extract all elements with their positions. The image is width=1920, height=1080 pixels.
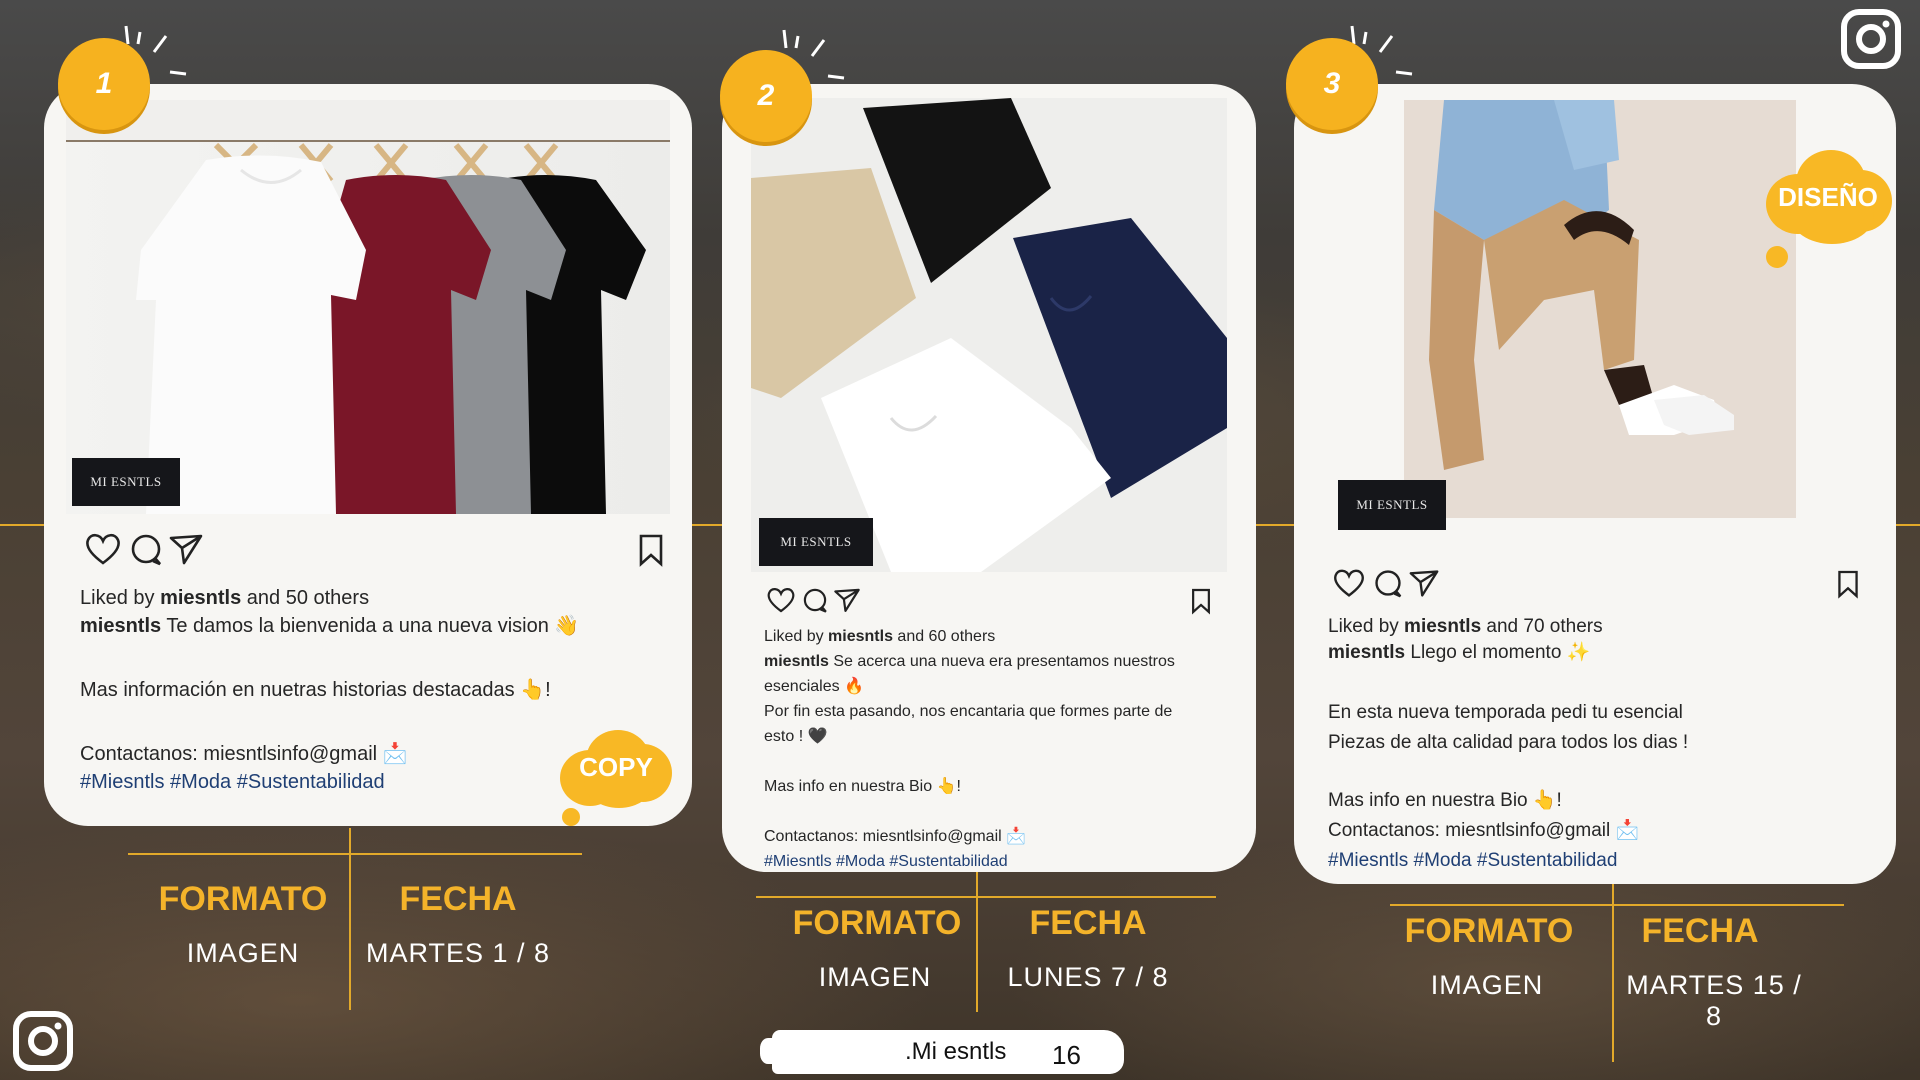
liked-rest: and 50 others: [241, 587, 370, 609]
formato-value: IMAGEN: [1430, 970, 1544, 1000]
meta-divider: [1612, 884, 1614, 1062]
hashtags[interactable]: #Miesntls #Moda #Sustentabilidad: [80, 768, 579, 796]
post-number-badge-1: 1: [58, 38, 150, 130]
post-actions-3: [1332, 568, 1440, 598]
post-caption-1: Liked by miesntls and 50 others miesntls…: [80, 584, 579, 796]
contact-line: Contactanos: miesntlsinfo@gmail 📩: [764, 828, 1027, 845]
liked-user[interactable]: miesntls: [828, 628, 893, 645]
meta-divider: [976, 872, 978, 1012]
hashtags[interactable]: #Miesntls #Moda #Sustentabilidad: [764, 849, 1175, 874]
note-dot: [1766, 246, 1788, 268]
meta-divider: [349, 828, 351, 1010]
fecha-value: LUNES 7 / 8: [1007, 962, 1169, 992]
meta-divider: [756, 896, 1216, 898]
liked-prefix: Liked by: [764, 628, 829, 645]
copy-label: COPY: [579, 752, 653, 782]
brand-tag: MI ESNTLS: [759, 518, 873, 566]
post-actions-1: [84, 532, 204, 566]
share-icon[interactable]: [168, 532, 204, 566]
post-photo-1: [66, 100, 670, 514]
heart-icon[interactable]: [766, 586, 796, 614]
comment-icon[interactable]: [801, 586, 829, 614]
fecha-label: FECHA: [399, 880, 517, 918]
caption-line: Mas información en nuetras historias des…: [80, 679, 551, 701]
heart-icon[interactable]: [84, 532, 122, 566]
caption-line: esto ! 🖤: [764, 728, 828, 745]
fecha-value: MARTES 1 / 8: [365, 938, 551, 968]
brand-tag: MI ESNTLS: [1338, 480, 1446, 530]
caption-text: Te damos la bienvenida a una nueva visio…: [161, 615, 580, 637]
bookmark-icon[interactable]: [1190, 587, 1212, 620]
caption-line: Mas info en nuestra Bio 👆!: [764, 778, 961, 795]
post-photo-2: [751, 98, 1227, 572]
share-icon[interactable]: [1408, 568, 1440, 598]
caption-user[interactable]: miesntls: [764, 653, 829, 670]
formato-label: FORMATO: [158, 880, 328, 918]
fecha-label: FECHA: [1641, 912, 1759, 950]
liked-prefix: Liked by: [1328, 616, 1405, 637]
caption-line: esenciales 🔥: [764, 678, 864, 695]
note-dot: [562, 808, 580, 826]
instagram-icon[interactable]: [12, 1010, 74, 1077]
comment-icon[interactable]: [1372, 568, 1404, 598]
liked-rest: and 60 others: [892, 628, 996, 645]
copy-note: COPY: [556, 722, 676, 812]
fecha-value: MARTES 15 / 8: [1626, 970, 1802, 1031]
footer-brand: .Mi esntls: [905, 1038, 1007, 1065]
post-photo-3: [1404, 100, 1796, 518]
caption-line: En esta nueva temporada pedi tu esencial: [1328, 702, 1683, 723]
caption-user[interactable]: miesntls: [80, 615, 161, 637]
design-label: DISEÑO: [1778, 182, 1878, 212]
formato-label: FORMATO: [792, 904, 962, 942]
liked-prefix: Liked by: [80, 587, 161, 609]
meta-divider: [128, 853, 582, 855]
formato-label: FORMATO: [1404, 912, 1574, 950]
hashtags[interactable]: #Miesntls #Moda #Sustentabilidad: [1328, 846, 1688, 876]
caption-text: Se acerca una nueva era presentamos nues…: [828, 653, 1175, 670]
brand-tag: MI ESNTLS: [72, 458, 180, 506]
post-number-badge-3: 3: [1286, 38, 1378, 130]
contact-line: Contactanos: miesntlsinfo@gmail 📩: [80, 743, 408, 765]
meta-divider: [1390, 904, 1844, 906]
post-number-badge-2: 2: [720, 50, 812, 142]
fecha-label: FECHA: [1029, 904, 1147, 942]
liked-rest: and 70 others: [1481, 616, 1603, 637]
caption-line: Mas info en nuestra Bio 👆!: [1328, 790, 1562, 811]
post-actions-2: [766, 586, 861, 614]
liked-user[interactable]: miesntls: [1404, 616, 1481, 637]
bookmark-icon[interactable]: [1836, 569, 1860, 604]
liked-user[interactable]: miesntls: [160, 587, 241, 609]
formato-value: IMAGEN: [186, 938, 300, 968]
heart-icon[interactable]: [1332, 568, 1366, 598]
bookmark-icon[interactable]: [637, 533, 665, 572]
post-caption-2: Liked by miesntls and 60 others miesntls…: [764, 624, 1175, 874]
caption-text: Llego el momento ✨: [1405, 642, 1591, 663]
formato-value: IMAGEN: [818, 962, 932, 992]
comment-icon[interactable]: [128, 532, 164, 566]
caption-line: Por fin esta pasando, nos encantaria que…: [764, 703, 1173, 720]
share-icon[interactable]: [833, 586, 861, 614]
design-note: DISEÑO: [1760, 146, 1896, 246]
contact-line: Contactanos: miesntlsinfo@gmail 📩: [1328, 820, 1640, 841]
page-number: 16: [1052, 1040, 1081, 1070]
instagram-icon[interactable]: [1840, 8, 1902, 75]
caption-line: Piezas de alta calidad para todos los di…: [1328, 732, 1689, 753]
post-caption-3: Liked by miesntls and 70 others miesntls…: [1328, 614, 1688, 876]
caption-user[interactable]: miesntls: [1328, 642, 1405, 663]
